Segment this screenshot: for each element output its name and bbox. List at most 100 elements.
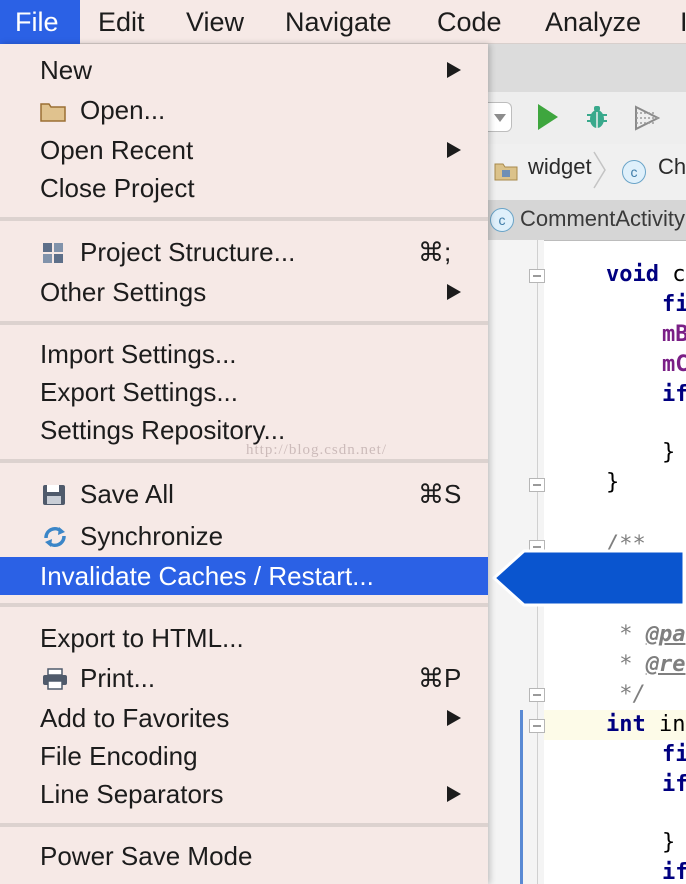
sync-icon [44,526,66,548]
editor-tab[interactable]: CommentActivity [520,206,685,232]
ide-window: widget c Ch c CommentActivity void c fi … [488,44,686,884]
menu-item-label: Add to Favorites [40,703,230,733]
project-structure-icon [43,243,63,263]
menu-item-label: New [40,55,93,85]
folder-icon [40,103,66,122]
menu-item-add-to-favorites[interactable]: Add to Favorites [0,699,488,737]
submenu-arrow-icon [447,142,461,158]
code-line: } [606,470,620,495]
arrow-annotation [492,549,686,607]
menu-edit[interactable]: Edit [98,0,145,44]
menu-item-power-save-mode[interactable]: Power Save Mode [0,837,488,875]
breadcrumb-folder[interactable]: widget [528,154,592,180]
menu-item-project-structure[interactable]: Project Structure... ⌘; [0,233,488,271]
fold-marker-icon[interactable] [529,269,545,283]
menu-view[interactable]: View [186,0,244,44]
debug-icon[interactable] [586,105,608,129]
menu-truncated[interactable]: I [680,0,686,44]
code-line: if [662,382,686,407]
menu-item-label: Power Save Mode [40,841,253,871]
breadcrumb-separator-icon [593,151,606,189]
code-text: * [606,622,646,647]
submenu-arrow-icon [447,62,461,78]
fold-marker-icon[interactable] [529,478,545,492]
code-line: if [662,860,686,884]
fold-marker-icon[interactable] [529,688,545,702]
menu-separator [0,459,488,463]
shortcut-label: ⌘S [418,479,462,509]
menu-item-label: Synchronize [80,521,224,551]
menu-item-label: Save All [80,479,174,509]
class-icon: c [622,160,646,184]
menu-item-file-encoding[interactable]: File Encoding [0,737,488,775]
class-icon: c [490,208,514,232]
menu-item-close-project[interactable]: Close Project [0,169,488,207]
menu-item-label: Open... [80,95,166,125]
menu-separator [0,217,488,221]
save-icon [43,485,65,505]
code-line: mC [662,352,686,377]
code-keyword: int [606,712,646,737]
shortcut-label: ⌘P [418,663,462,693]
run-with-coverage-icon[interactable] [634,105,660,131]
menu-item-label: File Encoding [40,741,198,771]
change-marker [520,710,523,884]
menu-navigate[interactable]: Navigate [285,0,392,44]
code-line: } [662,440,676,465]
menu-item-line-separators[interactable]: Line Separators [0,775,488,813]
chevron-down-icon [494,114,506,122]
menu-separator [0,603,488,607]
code-line: if [662,772,686,797]
menu-item-open[interactable]: Open... [0,91,488,129]
menu-file[interactable]: File [0,0,80,44]
menu-item-open-recent[interactable]: Open Recent [0,131,488,169]
menu-analyze[interactable]: Analyze [545,0,641,44]
menu-item-save-all[interactable]: Save All ⌘S [0,475,488,513]
menu-item-other-settings[interactable]: Other Settings [0,273,488,311]
code-doc-tag: @pa [645,622,686,647]
menu-item-label: Import Settings... [40,339,237,369]
menu-item-import-settings[interactable]: Import Settings... [0,335,488,373]
print-icon [43,668,67,690]
menu-item-synchronize[interactable]: Synchronize [0,517,488,555]
menu-item-label: Invalidate Caches / Restart... [40,561,374,591]
file-menu: New Open... Open Recent Close Project Pr… [0,44,488,884]
menu-item-settings-repository[interactable]: Settings Repository... [0,411,488,449]
run-configuration-dropdown[interactable] [488,102,512,132]
code-line: int in [606,712,686,737]
navigation-bar: widget c Ch [488,144,686,201]
code-line: mB [662,322,686,347]
menu-item-label: Open Recent [40,135,194,165]
menu-item-invalidate-caches[interactable]: Invalidate Caches / Restart... [0,557,488,595]
ide-title-bar [488,44,686,93]
code-line: * @pa [606,622,686,647]
menu-item-label: Print... [80,663,156,693]
watermark: http://blog.csdn.net/ [246,442,387,458]
menu-item-print[interactable]: Print... ⌘P [0,659,488,697]
code-line: fi [662,742,686,767]
menu-item-export-html[interactable]: Export to HTML... [0,619,488,657]
code-doc-tag: @re [645,652,686,677]
code-text: * [606,652,646,677]
menu-bar: File Edit View Navigate Code Analyze I [0,0,686,44]
code-keyword: void [606,262,659,287]
menu-item-label: Line Separators [40,779,224,809]
code-line: * @re [606,652,686,677]
code-text: c [658,262,686,287]
menu-item-new[interactable]: New [0,51,488,89]
menu-code[interactable]: Code [437,0,502,44]
menu-item-label: Export Settings... [40,377,238,407]
breadcrumb-class[interactable]: Ch [658,154,686,180]
run-icon[interactable] [538,104,558,130]
menu-item-export-settings[interactable]: Export Settings... [0,373,488,411]
code-line: } [662,830,676,855]
fold-marker-icon[interactable] [529,719,545,733]
menu-item-label: Close Project [40,173,195,203]
menu-separator [0,321,488,325]
menu-item-label: Project Structure... [80,237,296,267]
submenu-arrow-icon [447,284,461,300]
code-line: void c [606,262,685,287]
ide-toolbar [488,92,686,144]
shortcut-label: ⌘; [418,237,452,267]
menu-separator [0,823,488,827]
